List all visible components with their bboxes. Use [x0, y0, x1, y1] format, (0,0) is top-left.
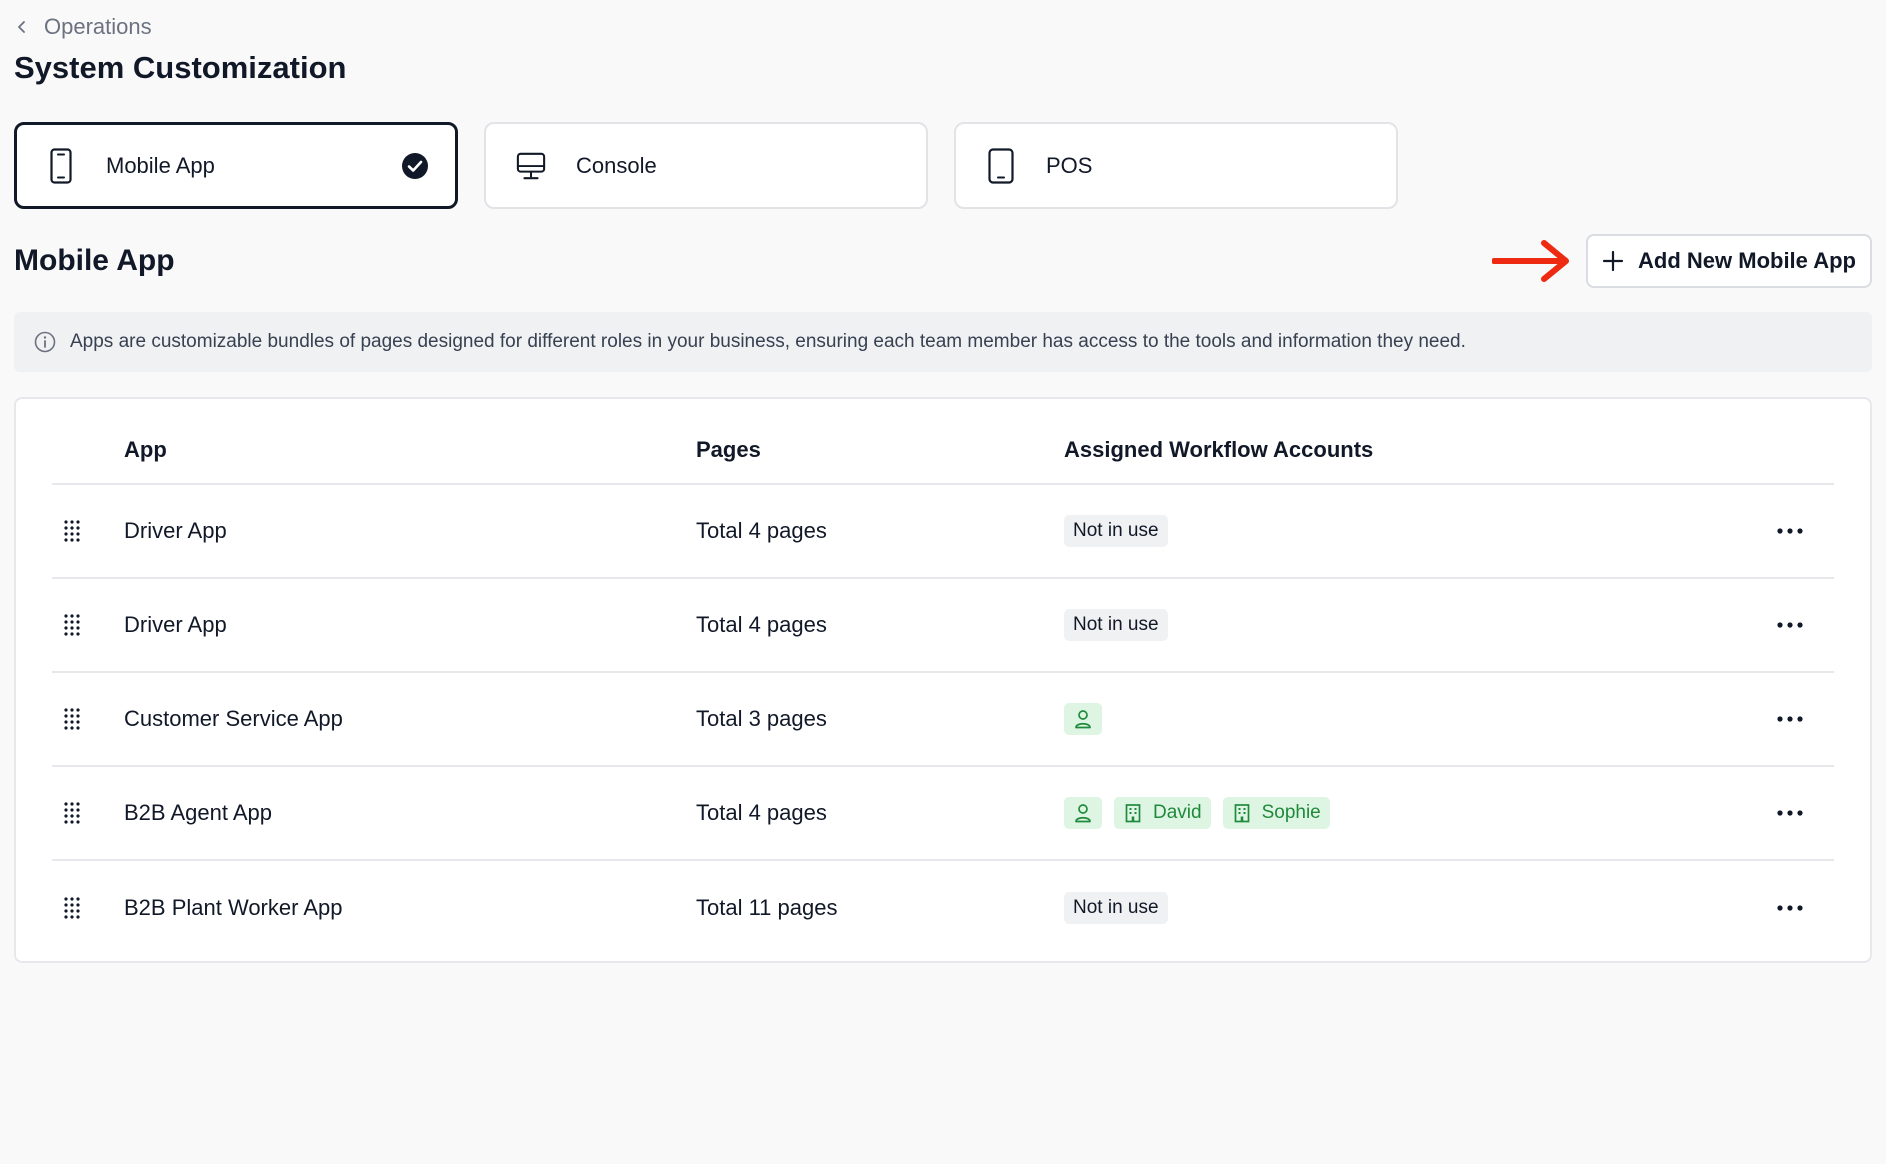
app-name: Driver App [124, 612, 227, 637]
page-count: Total 4 pages [696, 612, 827, 637]
drag-handle-icon[interactable] [62, 707, 82, 731]
assigned-accounts: Not in use [1064, 609, 1168, 641]
smartphone-icon [46, 147, 76, 185]
column-header-pages: Pages [696, 437, 761, 462]
tablet-icon [986, 147, 1016, 185]
type-card-console[interactable]: Console [484, 122, 928, 209]
drag-handle-icon[interactable] [62, 519, 82, 543]
table-header: App Pages Assigned Workflow Accounts [52, 399, 1834, 485]
breadcrumb[interactable]: Operations [14, 14, 152, 40]
page-count: Total 4 pages [696, 800, 827, 825]
table-row[interactable]: B2B Agent App Total 4 pages David Sophie [52, 767, 1834, 861]
table-row[interactable]: Customer Service App Total 3 pages [52, 673, 1834, 767]
arrow-right-icon [1492, 240, 1569, 282]
page-count: Total 11 pages [696, 895, 838, 920]
drag-handle-icon[interactable] [62, 896, 82, 920]
table-row[interactable]: Driver App Total 4 pages Not in use [52, 579, 1834, 673]
app-name: Driver App [124, 518, 227, 543]
column-header-app: App [124, 437, 167, 462]
assigned-accounts: David Sophie [1064, 797, 1330, 829]
add-button-label: Add New Mobile App [1638, 248, 1856, 273]
not-in-use-badge: Not in use [1064, 892, 1168, 924]
account-badge-david[interactable]: David [1114, 797, 1211, 829]
type-card-pos[interactable]: POS [954, 122, 1398, 209]
info-banner: Apps are customizable bundles of pages d… [14, 312, 1872, 372]
not-in-use-badge: Not in use [1064, 515, 1168, 547]
assigned-accounts [1064, 703, 1102, 735]
info-banner-text: Apps are customizable bundles of pages d… [70, 331, 1466, 352]
user-icon [1075, 710, 1091, 729]
user-icon [1075, 804, 1091, 823]
table-row[interactable]: B2B Plant Worker App Total 11 pages Not … [52, 861, 1834, 955]
app-type-selector: Mobile App Console POS [14, 122, 1398, 209]
add-new-mobile-app-button[interactable]: Add New Mobile App [1586, 234, 1872, 288]
type-card-label: Mobile App [106, 152, 215, 178]
more-options-icon[interactable] [1776, 903, 1804, 913]
account-name: David [1153, 802, 1202, 823]
more-options-icon[interactable] [1776, 808, 1804, 818]
type-card-mobile-app[interactable]: Mobile App [14, 122, 458, 209]
type-card-label: POS [1046, 152, 1093, 178]
info-icon [34, 331, 56, 353]
section-title: Mobile App [14, 244, 175, 277]
assigned-accounts: Not in use [1064, 515, 1168, 547]
app-name: B2B Plant Worker App [124, 895, 343, 920]
building-icon [1234, 804, 1249, 823]
plus-icon [1602, 250, 1624, 272]
column-header-assigned-accounts: Assigned Workflow Accounts [1064, 437, 1374, 462]
not-in-use-badge: Not in use [1064, 609, 1168, 641]
drag-handle-icon[interactable] [62, 613, 82, 637]
more-options-icon[interactable] [1776, 620, 1804, 630]
account-name: Sophie [1261, 802, 1321, 823]
drag-handle-icon[interactable] [62, 801, 82, 825]
building-icon [1125, 804, 1141, 823]
app-name: Customer Service App [124, 706, 343, 731]
assigned-accounts: Not in use [1064, 892, 1168, 924]
apps-table: App Pages Assigned Workflow Accounts Dri… [14, 397, 1872, 963]
type-card-label: Console [576, 152, 657, 178]
monitor-icon [516, 147, 546, 185]
check-circle-icon [402, 152, 428, 179]
account-badge-sophie[interactable]: Sophie [1222, 797, 1330, 829]
page-count: Total 3 pages [696, 706, 827, 731]
chevron-left-icon [18, 21, 25, 33]
more-options-icon[interactable] [1776, 526, 1804, 536]
page-title: System Customization [14, 50, 347, 85]
user-badge[interactable] [1064, 703, 1102, 735]
breadcrumb-label: Operations [44, 14, 152, 39]
page-count: Total 4 pages [696, 518, 827, 543]
app-name: B2B Agent App [124, 800, 273, 825]
more-options-icon[interactable] [1776, 714, 1804, 724]
user-badge[interactable] [1064, 797, 1102, 829]
table-row[interactable]: Driver App Total 4 pages Not in use [52, 485, 1834, 579]
